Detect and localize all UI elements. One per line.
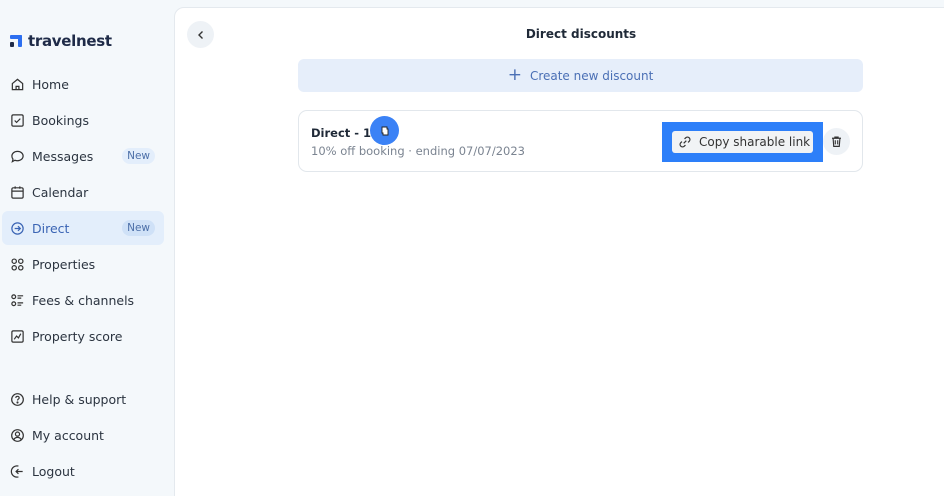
sidebar-item-label: Fees & channels [32, 292, 135, 308]
arrow-circle-icon [9, 220, 25, 236]
cursor-icon [370, 116, 399, 145]
trash-icon [832, 136, 841, 147]
create-discount-label: Create new discount [529, 68, 654, 83]
sidebar-item-label: Bookings [32, 112, 89, 128]
sidebar-item-label: Properties [32, 256, 96, 272]
page-title: Direct discounts [525, 27, 637, 41]
sidebar-item-calendar[interactable]: Calendar [2, 175, 164, 209]
link-icon [679, 136, 691, 148]
delete-discount-button[interactable] [823, 128, 850, 155]
main-panel: Direct discounts + Create new discount D… [174, 7, 944, 496]
new-badge: New [122, 220, 155, 236]
sidebar: travelnest Home Bookings Messages New Ca… [0, 0, 174, 496]
copy-link-label: Copy sharable link [699, 135, 811, 149]
copy-link-highlight: Copy sharable link [662, 122, 823, 162]
list-settings-icon [9, 292, 25, 308]
sidebar-item-my-account[interactable]: My account [2, 418, 164, 452]
sidebar-item-home[interactable]: Home [2, 67, 164, 101]
sidebar-item-label: Logout [32, 463, 75, 479]
chat-bubble-icon [9, 148, 25, 164]
home-icon [9, 76, 25, 92]
logo-text: travelnest [28, 32, 112, 50]
discount-card: Direct - 10 10% off booking · ending 07/… [298, 110, 863, 172]
sidebar-item-label: Help & support [32, 391, 127, 407]
sidebar-item-logout[interactable]: Logout [2, 454, 164, 488]
grid-circles-icon [9, 256, 25, 272]
chart-icon [9, 328, 25, 344]
sidebar-item-label: Direct [32, 220, 70, 236]
sidebar-item-property-score[interactable]: Property score [2, 319, 164, 353]
new-badge: New [122, 148, 155, 164]
logo[interactable]: travelnest [10, 31, 112, 51]
logo-mark-icon [10, 35, 22, 47]
sidebar-item-label: Messages [32, 148, 94, 164]
sidebar-item-bookings[interactable]: Bookings [2, 103, 164, 137]
sidebar-item-label: Property score [32, 328, 123, 344]
sidebar-item-label: My account [32, 427, 104, 443]
user-circle-icon [9, 427, 25, 443]
checklist-icon [9, 112, 25, 128]
calendar-icon [9, 184, 25, 200]
plus-icon: + [507, 65, 522, 85]
sidebar-item-properties[interactable]: Properties [2, 247, 164, 281]
sidebar-item-label: Home [32, 76, 69, 92]
discount-title: Direct - 10 [311, 126, 380, 140]
sidebar-item-direct[interactable]: Direct New [2, 211, 164, 245]
sidebar-item-label: Calendar [32, 184, 89, 200]
discount-subtitle: 10% off booking · ending 07/07/2023 [311, 144, 525, 158]
copy-sharable-link-button[interactable]: Copy sharable link [672, 131, 813, 153]
sidebar-item-fees-channels[interactable]: Fees & channels [2, 283, 164, 317]
help-circle-icon [9, 391, 25, 407]
create-discount-button[interactable]: + Create new discount [298, 59, 863, 92]
sidebar-item-help-support[interactable]: Help & support [2, 382, 164, 416]
sidebar-item-messages[interactable]: Messages New [2, 139, 164, 173]
logout-icon [9, 463, 25, 479]
